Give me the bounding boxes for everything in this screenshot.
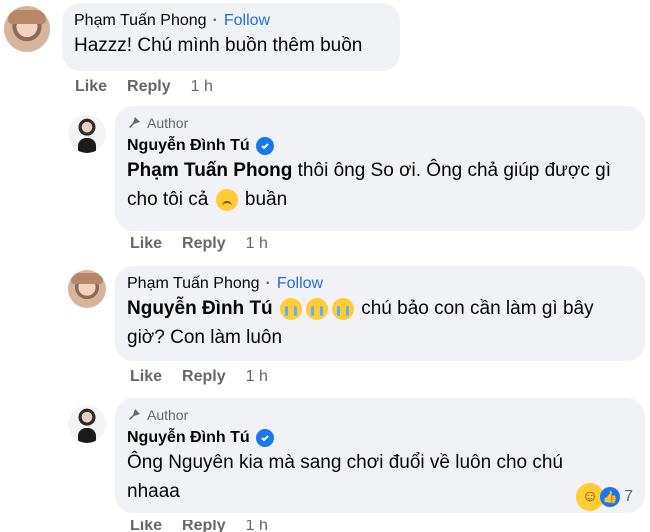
author-label: Author [147, 115, 189, 131]
crying-face-icon [331, 297, 354, 320]
comment-text: Ông Nguyên kia mà sang chơi đuổi về luôn… [127, 452, 563, 502]
mention-link[interactable]: Phạm Tuấn Phong [127, 160, 292, 181]
microphone-icon [129, 117, 140, 128]
like-button[interactable]: Like [75, 78, 107, 96]
sad-face-icon [215, 188, 238, 211]
comment-text: Phạm Tuấn Phong thôi ông So ơi. Ông chả … [127, 160, 611, 211]
like-button[interactable]: Like [130, 368, 162, 386]
reply-button[interactable]: Reply [182, 368, 226, 386]
author-badge: Author [127, 406, 633, 424]
follow-link[interactable]: Follow [277, 274, 323, 294]
comment-header: Phạm Tuấn Phong · Follow [74, 11, 271, 31]
comment-header: Phạm Tuấn Phong · Follow [127, 274, 324, 294]
verified-icon [255, 429, 274, 447]
commenter-name[interactable]: Phạm Tuấn Phong [74, 11, 207, 31]
comment-text: Nguyễn Đình Tú chú bảo con cần làm gì bâ… [127, 297, 594, 348]
comment-actions: Like Reply 1 h [130, 235, 268, 253]
comment-bubble: Phạm Tuấn Phong · Follow Hazzz! Chú mình… [62, 3, 400, 71]
comment-text: Hazzz! Chú mình buồn thêm buồn [74, 35, 363, 56]
reaction-count: 7 [624, 488, 633, 505]
reply-button[interactable]: Reply [127, 78, 171, 96]
verified-icon [255, 137, 274, 155]
comment-bubble: Phạm Tuấn Phong · Follow Nguyễn Đình Tú … [115, 266, 645, 361]
commenter-name[interactable]: Nguyễn Đình Tú [127, 136, 250, 156]
like-icon: 👍 [600, 487, 621, 507]
timestamp[interactable]: 1 h [246, 520, 268, 532]
microphone-icon [129, 409, 140, 420]
crying-face-icon [305, 297, 328, 320]
crying-face-icon [279, 297, 302, 320]
comment-header: Nguyễn Đình Tú [127, 136, 633, 156]
comment-bubble: Author Nguyễn Đình Tú Phạm Tuấn Phong th… [115, 106, 645, 231]
commenter-name[interactable]: Nguyễn Đình Tú [127, 428, 250, 448]
comment-bubble: Author Nguyễn Đình Tú Ông Nguyên kia mà … [115, 398, 645, 513]
follow-link[interactable]: Follow [224, 11, 270, 31]
reply-button[interactable]: Reply [182, 235, 226, 253]
comment-actions: Like Reply 1 h [130, 368, 268, 386]
comment-actions: Like Reply 1 h [130, 520, 310, 532]
comment-header: Nguyễn Đình Tú [127, 428, 633, 448]
author-label: Author [147, 407, 189, 423]
like-button[interactable]: Like [130, 235, 162, 253]
timestamp[interactable]: 1 h [191, 78, 213, 96]
timestamp[interactable]: 1 h [246, 368, 268, 386]
avatar[interactable] [68, 405, 106, 443]
reaction-summary[interactable]: ☺ 👍 7 [576, 483, 633, 511]
comment-actions: Like Reply 1 h [75, 78, 213, 96]
avatar[interactable] [4, 6, 50, 52]
avatar[interactable] [68, 115, 106, 153]
timestamp[interactable]: 1 h [246, 235, 268, 253]
reply-button[interactable]: Reply [182, 520, 226, 532]
like-button[interactable]: Like [130, 520, 162, 532]
mention-link[interactable]: Nguyễn Đình Tú [127, 298, 273, 319]
commenter-name[interactable]: Phạm Tuấn Phong [127, 274, 260, 294]
author-badge: Author [127, 114, 633, 132]
avatar[interactable] [68, 270, 106, 308]
